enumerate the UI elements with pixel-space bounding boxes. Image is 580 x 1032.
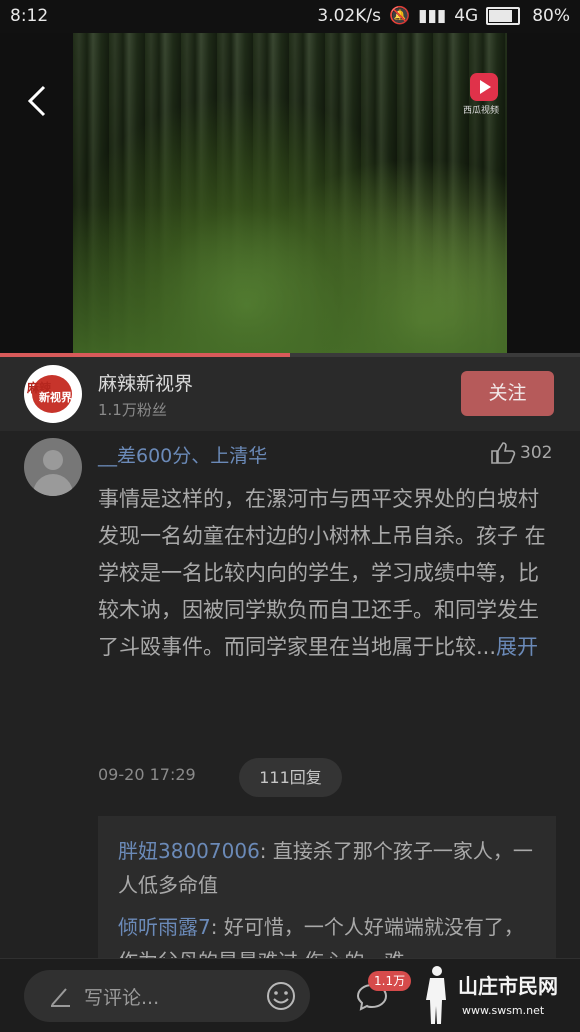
thumbs-up-icon	[491, 442, 516, 464]
comment-text: 事情是这样的，在漯河市与西平交界处的白坡村发现一名幼童在村边的小树林上吊自杀。孩…	[98, 481, 558, 666]
reply-username[interactable]: 倾听雨露7	[118, 915, 211, 939]
battery-icon	[486, 7, 521, 25]
comment-placeholder: 写评论...	[84, 987, 160, 1009]
xigua-logo-icon	[470, 73, 498, 101]
comment-timestamp: 09-20 17:29	[98, 765, 196, 784]
avatar-body	[33, 474, 73, 496]
video-player[interactable]: 西瓜视频	[0, 33, 580, 355]
status-right: 3.02K/s 🔕 ▮▮▮ 4G 80%	[317, 6, 570, 26]
network-type: 4G	[454, 6, 479, 26]
reply-item: 胖妞38007006: 直接杀了那个孩子一家人，一人低多命值	[118, 834, 536, 902]
reply-username[interactable]: 胖妞38007006	[118, 839, 260, 863]
channel-header: 麻辣 新视界 麻辣新视界 1.1万粉丝 关注	[0, 357, 580, 431]
pencil-icon	[51, 988, 70, 1007]
status-bar: 8:12 3.02K/s 🔕 ▮▮▮ 4G 80%	[0, 0, 580, 33]
signal-icon: ▮▮▮	[418, 6, 447, 26]
channel-name[interactable]: 麻辣新视界	[98, 369, 193, 396]
video-logo-text: 西瓜视频	[463, 106, 500, 116]
network-speed: 3.02K/s	[317, 6, 381, 26]
comment-body: 事情是这样的，在漯河市与西平交界处的白坡村发现一名幼童在村边的小树林上吊自杀。孩…	[98, 487, 546, 659]
like-button[interactable]: 302	[490, 441, 552, 465]
channel-avatar-text-2: 新视界	[39, 391, 72, 404]
silhouette-logo-icon	[426, 966, 446, 1024]
commenter-avatar[interactable]	[24, 438, 82, 496]
commenter-username[interactable]: __差600分、上清华	[98, 441, 267, 468]
channel-avatar[interactable]: 麻辣 新视界	[24, 365, 82, 423]
bell-mute-icon: 🔕	[388, 6, 411, 26]
emoji-icon[interactable]	[265, 980, 297, 1012]
comment-input[interactable]: 写评论...	[24, 970, 310, 1022]
watermark-url: www.swsm.net	[462, 1004, 545, 1017]
like-count: 302	[520, 443, 553, 463]
status-time: 8:12	[10, 6, 49, 26]
watermark: 山庄市民网 www.swsm.net	[418, 962, 578, 1028]
channel-fans: 1.1万粉丝	[98, 401, 167, 419]
watermark-text: 山庄市民网	[458, 974, 558, 998]
battery-percent: 80%	[532, 6, 570, 26]
comment-count-badge: 1.1万	[368, 971, 412, 991]
follow-button[interactable]: 关注	[461, 371, 554, 416]
video-frame[interactable]	[73, 33, 507, 355]
replies-button[interactable]: 111回复	[239, 758, 342, 797]
back-icon[interactable]	[20, 83, 56, 119]
reply-preview[interactable]: 胖妞38007006: 直接杀了那个孩子一家人，一人低多命值 倾听雨露7: 好可…	[98, 816, 556, 973]
expand-link[interactable]: 展开	[496, 635, 538, 659]
avatar-head	[43, 450, 63, 470]
